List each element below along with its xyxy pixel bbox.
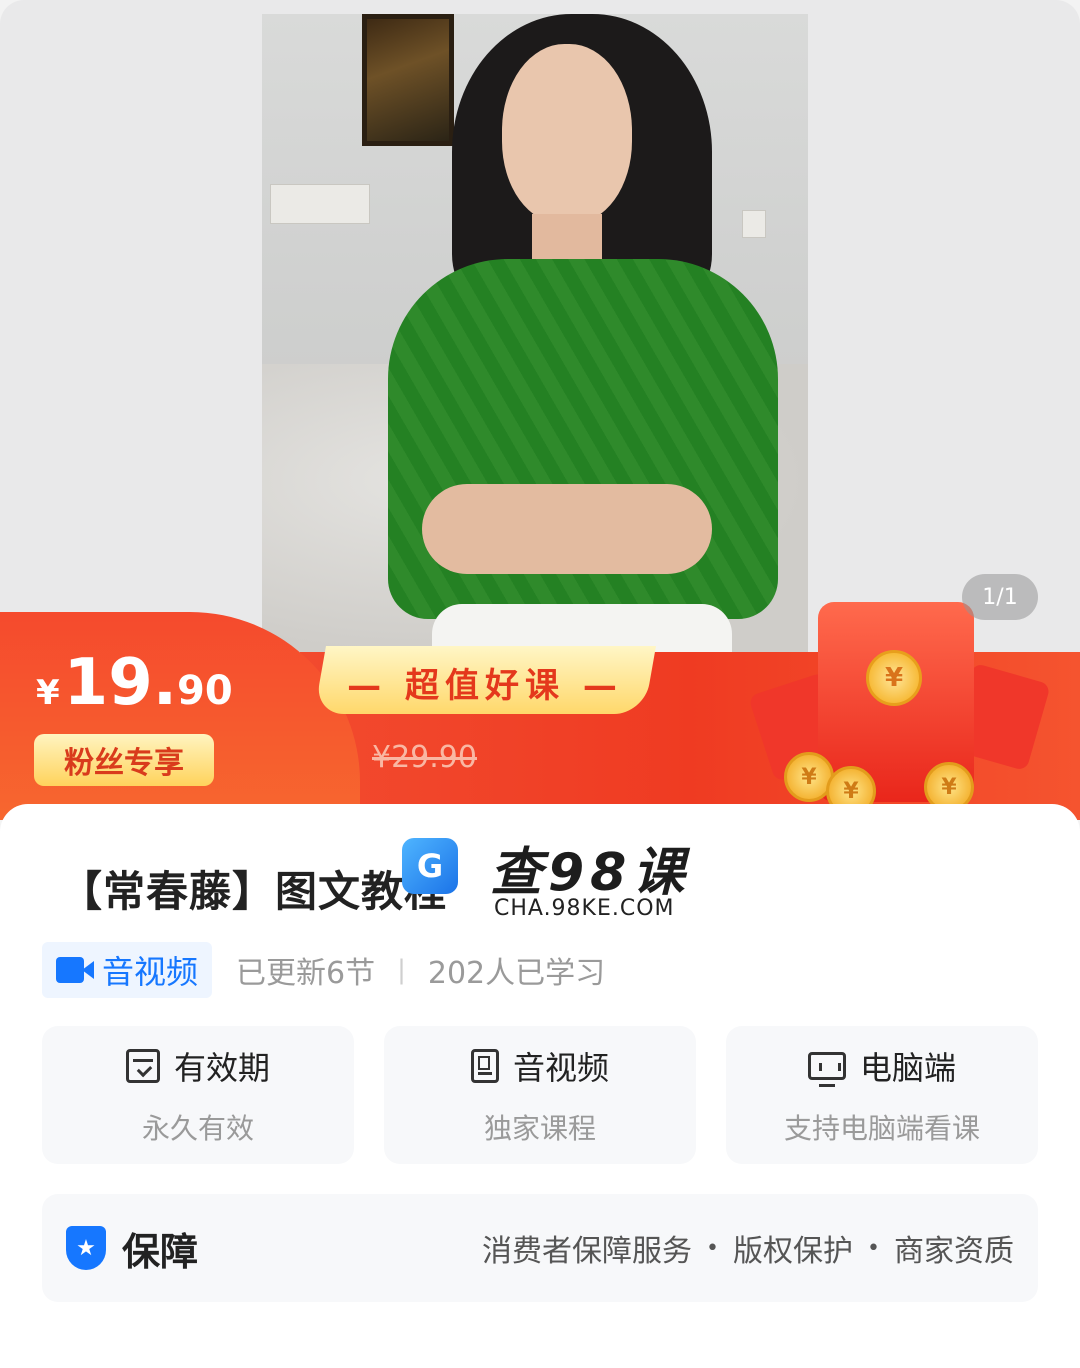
- promo-banner: — 超值好课 — ¥ 19. 90 粉丝专享 ¥29.90 ¥ ¥ ¥ ¥: [0, 602, 1080, 820]
- feature-title: 电脑端: [859, 1049, 956, 1087]
- price-decimal: 90: [177, 668, 233, 714]
- current-price: ¥ 19. 90: [36, 646, 233, 720]
- feature-desktop[interactable]: 电脑端 支持电脑端看课: [726, 1026, 1038, 1164]
- media-type-label: 音视频: [102, 953, 199, 991]
- shield-star-icon: ★: [66, 1226, 106, 1270]
- meta-separator: |: [397, 955, 406, 985]
- guarantee-item: 消费者保障服务: [482, 1234, 693, 1269]
- course-info-card: 【常春藤】图文教程 G 查98课 CHA.98KE.COM 音视频 已更新6节 …: [0, 804, 1080, 1368]
- course-cover-photo[interactable]: [262, 14, 808, 654]
- feature-subtitle: 独家课程: [483, 1112, 596, 1145]
- watermark-logo-icon: G: [402, 838, 458, 894]
- monitor-icon: [807, 1052, 846, 1087]
- feature-media[interactable]: 音视频 独家课程: [384, 1026, 696, 1164]
- guarantee-dot: •: [706, 1235, 720, 1261]
- course-page: — 超值好课 — ¥ 19. 90 粉丝专享 ¥29.90 ¥ ¥ ¥ ¥ 1/…: [0, 0, 1080, 1368]
- watermark: G 查98课 CHA.98KE.COM: [400, 836, 700, 926]
- guarantee-title: 保障: [122, 1229, 199, 1274]
- price-integer: 19.: [63, 646, 178, 720]
- calendar-icon: [125, 1049, 160, 1083]
- guarantee-item: 版权保护: [733, 1234, 854, 1269]
- watermark-url: CHA.98KE.COM: [494, 896, 675, 921]
- course-title: 【常春藤】图文教程: [60, 867, 448, 916]
- feature-subtitle: 永久有效: [141, 1112, 254, 1145]
- video-camera-icon: [56, 957, 94, 983]
- guarantee-dot: •: [867, 1235, 880, 1261]
- document-icon: [470, 1049, 499, 1083]
- update-count: 已更新6节: [236, 956, 376, 991]
- envelope-coin-icon: ¥: [866, 650, 922, 706]
- feature-title: 有效期: [173, 1049, 270, 1087]
- guarantee-items: 消费者保障服务 • 版权保护 • 商家资质: [482, 1226, 1014, 1270]
- learner-count: 202人已学习: [427, 956, 606, 991]
- image-counter: 1/1: [962, 574, 1038, 620]
- feature-subtitle: 支持电脑端看课: [783, 1112, 980, 1145]
- fan-exclusive-badge: 粉丝专享: [34, 734, 214, 786]
- media-type-chip: 音视频: [42, 942, 213, 998]
- promo-ribbon-text: — 超值好课 —: [347, 666, 623, 706]
- watermark-title: 查98课: [490, 843, 691, 903]
- feature-validity[interactable]: 有效期 永久有效: [42, 1026, 354, 1164]
- guarantee-item: 商家资质: [894, 1234, 1014, 1269]
- currency-symbol: ¥: [36, 673, 60, 713]
- original-price: ¥29.90: [372, 740, 477, 775]
- guarantee-row[interactable]: ★ 保障 消费者保障服务 • 版权保护 • 商家资质: [42, 1194, 1038, 1302]
- feature-title: 音视频: [512, 1049, 609, 1087]
- feature-list: 有效期 永久有效 音视频 独家课程 电脑端 支持电脑端看课: [42, 1026, 1038, 1164]
- course-meta: 音视频 已更新6节 | 202人已学习: [42, 942, 605, 998]
